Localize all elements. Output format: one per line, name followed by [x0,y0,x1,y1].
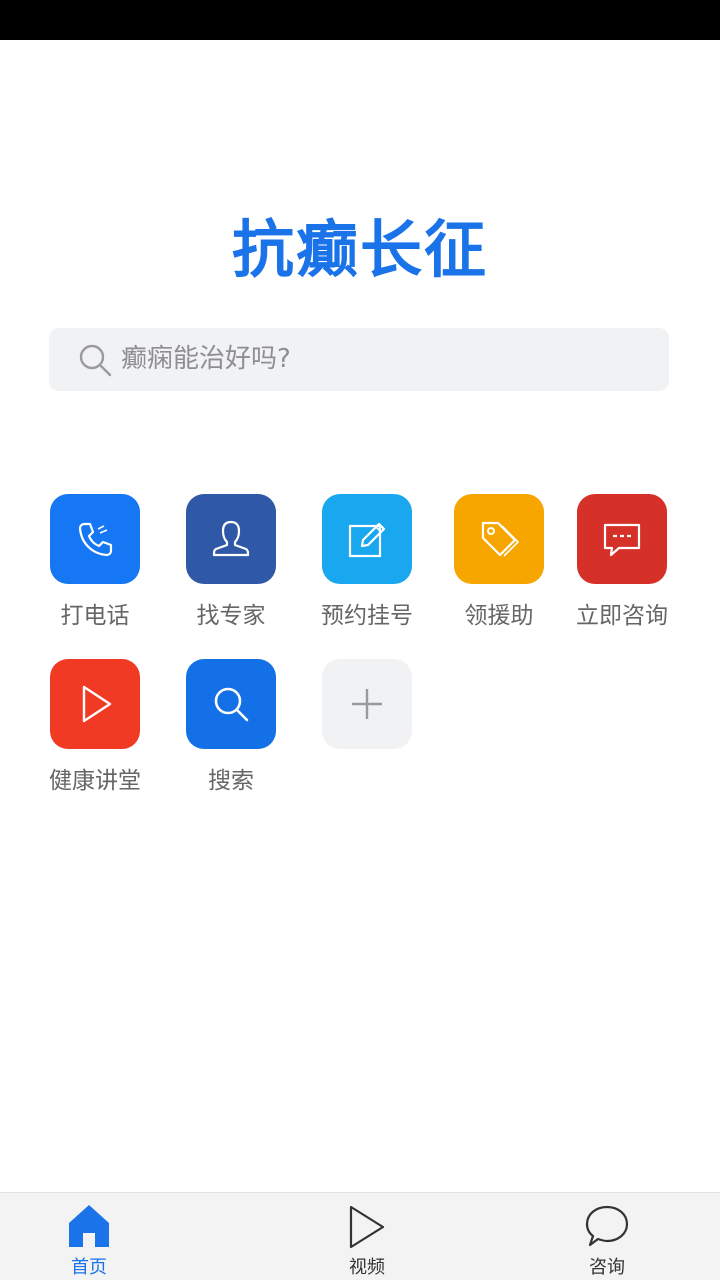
tab-video[interactable]: 视频 [307,1193,427,1280]
tab-label: 首页 [71,1257,107,1278]
service-label: 找专家 [196,603,266,629]
service-label: 打电话 [60,603,130,629]
tag-icon [481,521,519,557]
search-icon [214,687,249,722]
plus-icon [352,689,382,719]
service-search[interactable]: 搜索 [166,659,296,799]
tab-label: 视频 [349,1257,385,1278]
search-tile[interactable] [186,659,276,749]
service-consult[interactable]: 立即咨询 [557,494,687,634]
user-icon [212,520,250,557]
tab-label: 咨询 [589,1257,625,1278]
service-phone[interactable]: 打电话 [30,494,160,634]
phone-tile[interactable] [50,494,140,584]
service-label: 健康讲堂 [49,768,141,794]
bottom-tab-bar: 首页 视频 咨询 [0,1192,720,1280]
service-expert[interactable]: 找专家 [166,494,296,634]
service-label: 立即咨询 [576,603,668,629]
tab-home[interactable]: 首页 [29,1193,149,1280]
service-grid: 打电话 找专家 预约挂号 领援助 立即咨询 健康讲堂 搜索 [0,0,720,1190]
tab-consult[interactable]: 咨询 [547,1193,667,1280]
home-icon [69,1205,109,1247]
service-label: 预约挂号 [321,603,413,629]
service-health-lecture[interactable]: 健康讲堂 [30,659,160,799]
chat-bubble-icon [585,1205,629,1247]
play-icon [82,685,112,723]
aid-tile[interactable] [454,494,544,584]
consult-tile[interactable] [577,494,667,584]
expert-tile[interactable] [186,494,276,584]
service-appointment[interactable]: 预约挂号 [302,494,432,634]
play-icon [349,1205,385,1249]
service-aid[interactable]: 领援助 [434,494,564,634]
edit-icon [348,522,386,558]
service-label: 搜索 [208,768,254,794]
appointment-tile[interactable] [322,494,412,584]
health-lecture-tile[interactable] [50,659,140,749]
add-tile[interactable] [322,659,412,749]
service-add[interactable] [302,659,432,799]
phone-icon [78,522,113,557]
chat-icon [603,523,641,557]
